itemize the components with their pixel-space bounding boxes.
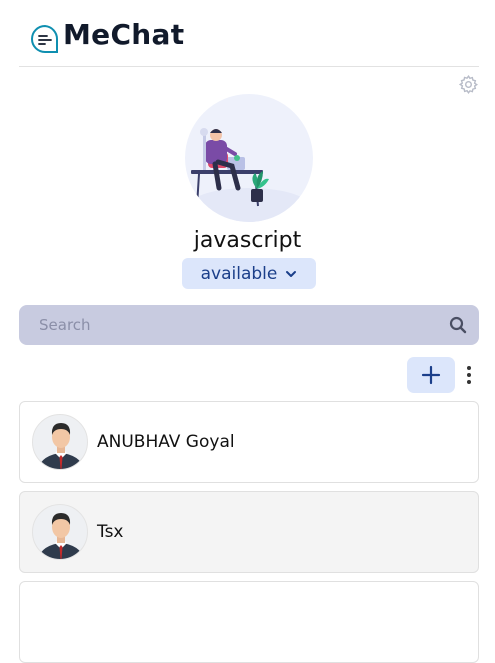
- search-icon[interactable]: [449, 316, 467, 334]
- avatar: [32, 414, 88, 470]
- kebab-menu-icon: [467, 366, 471, 370]
- status-dropdown[interactable]: available: [182, 258, 316, 289]
- app-header: MeChat: [19, 0, 479, 67]
- plus-icon: [421, 365, 441, 385]
- chevron-down-icon: [286, 270, 297, 277]
- profile-illustration: [189, 128, 309, 222]
- contact-item[interactable]: Tsx: [19, 491, 479, 573]
- search-bar: [19, 305, 479, 345]
- chat-bubble-icon: [31, 24, 59, 53]
- contact-item[interactable]: [19, 581, 479, 663]
- contact-item[interactable]: ANUBHAV Goyal: [19, 401, 479, 483]
- contact-name: Tsx: [97, 522, 124, 542]
- app-logo-text: MeChat: [63, 18, 185, 51]
- more-options-button[interactable]: [462, 364, 476, 386]
- contact-name: ANUBHAV Goyal: [97, 432, 235, 452]
- search-input[interactable]: [19, 305, 439, 345]
- add-contact-button[interactable]: [407, 357, 455, 393]
- profile-name: javascript: [193, 228, 302, 253]
- avatar: [32, 504, 88, 560]
- gear-icon[interactable]: [458, 74, 479, 95]
- profile-avatar[interactable]: [185, 94, 313, 222]
- status-label: available: [200, 263, 278, 284]
